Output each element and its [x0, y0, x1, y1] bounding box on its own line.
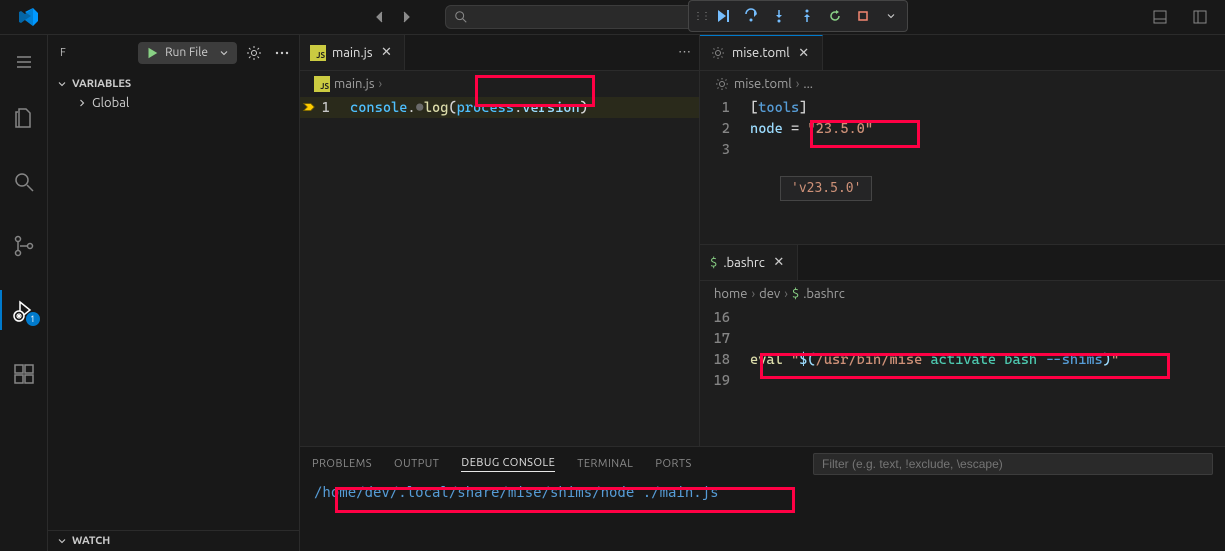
variables-label: VARIABLES [72, 78, 131, 90]
hover-tooltip: 'v23.5.0' [780, 176, 872, 201]
panel-tab-terminal[interactable]: TERMINAL [577, 458, 633, 470]
nav-back-icon[interactable] [369, 6, 391, 28]
panel: PROBLEMS OUTPUT DEBUG CONSOLE TERMINAL P… [300, 446, 1225, 551]
dollar-icon: $ [792, 287, 799, 301]
watch-label: WATCH [72, 535, 110, 547]
activity-bar: 1 [0, 35, 48, 551]
breadcrumb[interactable]: mise.toml › ... [700, 71, 1225, 97]
debug-sidebar: F Run File VARIABLES Global [48, 35, 300, 551]
editor[interactable]: 16 17 18 eval "$(/usr/bin/mise activate … [700, 307, 1225, 446]
search-activity-icon[interactable] [0, 162, 48, 202]
close-icon[interactable]: ✕ [378, 45, 394, 61]
sidebar-title: F [60, 47, 132, 59]
search-icon [454, 10, 468, 24]
watch-section[interactable]: WATCH [48, 531, 299, 551]
debug-badge: 1 [26, 312, 40, 326]
chevron-right-icon [76, 97, 88, 109]
debug-current-line-icon [302, 100, 316, 118]
tab-label: .bashrc [723, 256, 765, 270]
explorer-icon[interactable] [0, 98, 48, 138]
tab-misetoml[interactable]: mise.toml ✕ [700, 35, 823, 70]
nav-forward-icon[interactable] [395, 6, 417, 28]
more-icon[interactable]: ⋯ [670, 35, 699, 70]
title-bar [0, 0, 1225, 35]
stop-button[interactable] [851, 4, 875, 28]
tab-label: main.js [332, 46, 372, 60]
run-config-dropdown[interactable]: Run File [138, 42, 237, 64]
tab-mainjs[interactable]: JS main.js ✕ [300, 35, 405, 70]
panel-tab-problems[interactable]: PROBLEMS [312, 458, 372, 470]
breadcrumb[interactable]: home › dev › $ .bashrc [700, 281, 1225, 307]
debug-activity-icon[interactable]: 1 [0, 290, 48, 330]
panel-tab-debugconsole[interactable]: DEBUG CONSOLE [461, 457, 555, 472]
continue-button[interactable] [711, 4, 735, 28]
debug-toolbar[interactable]: ⋮⋮ [688, 0, 908, 32]
tab-label: mise.toml [732, 46, 790, 60]
js-icon: JS [310, 45, 326, 61]
logo-icon [16, 5, 40, 29]
variables-section[interactable]: VARIABLES [48, 74, 299, 94]
layout-panel-icon[interactable] [1143, 5, 1177, 29]
close-icon[interactable]: ✕ [771, 255, 787, 271]
chevron-down-icon [56, 535, 68, 547]
close-icon[interactable]: ✕ [796, 45, 812, 61]
variable-scope[interactable]: Global [48, 94, 299, 112]
step-out-button[interactable] [795, 4, 819, 28]
breadcrumb[interactable]: JS main.js › [300, 71, 699, 97]
editor[interactable]: 1 console.●log(process.version) 'v23.5.0… [300, 97, 699, 446]
step-over-button[interactable] [739, 4, 763, 28]
editor[interactable]: 1 [tools] 2 node = "23.5.0" 3 [700, 97, 1225, 244]
js-icon: JS [314, 76, 330, 92]
dollar-icon: $ [710, 256, 717, 270]
gear-icon [714, 76, 730, 92]
step-into-button[interactable] [767, 4, 791, 28]
run-config-label: Run File [165, 46, 208, 59]
restart-button[interactable] [823, 4, 847, 28]
drag-grip-icon[interactable]: ⋮⋮ [693, 10, 707, 22]
source-control-icon[interactable] [0, 226, 48, 266]
extensions-icon[interactable] [0, 354, 48, 394]
chevron-down-icon [56, 78, 68, 90]
chevron-down-icon[interactable] [879, 4, 903, 28]
menu-icon[interactable] [15, 53, 33, 74]
more-icon[interactable] [271, 42, 293, 64]
panel-tab-output[interactable]: OUTPUT [394, 458, 439, 470]
filter-input[interactable] [813, 453, 1213, 475]
console-output: /home/dev/.local/share/mise/shims/node .… [314, 485, 1211, 501]
chevron-down-icon [218, 47, 230, 59]
tab-bashrc[interactable]: $ .bashrc ✕ [700, 245, 798, 280]
gear-icon [710, 45, 726, 61]
panel-tab-ports[interactable]: PORTS [655, 458, 691, 470]
gear-icon[interactable] [243, 42, 265, 64]
layout-sidebar-icon[interactable] [1183, 5, 1217, 29]
editor-tabs: JS main.js ✕ ⋯ [300, 35, 699, 71]
